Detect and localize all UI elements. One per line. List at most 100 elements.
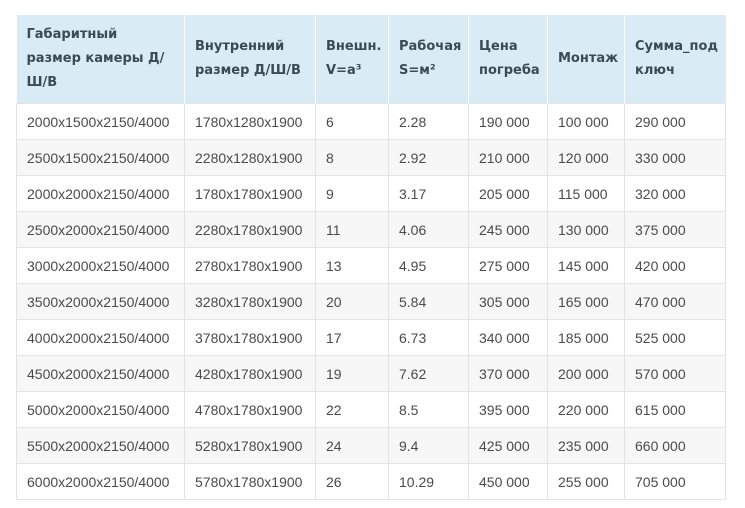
table-row: 5000x2000x2150/4000 4780x1780x1900 22 8.5 39…	[16, 391, 726, 428]
cell-outer-size: 4000x2000x2150/4000	[16, 319, 185, 356]
table-row: 4500x2000x2150/4000 4280x1780x1900 19 7.62 3…	[16, 355, 726, 392]
cell-outer-volume: 22	[315, 391, 389, 428]
cell-outer-size: 4500x2000x2150/4000	[16, 355, 185, 392]
header-cellar-price: Цена погреба	[468, 15, 548, 104]
table-row: 3000x2000x2150/4000 2780x1780x1900 13 4.95 2…	[16, 247, 726, 284]
cell-installation: 130 000	[547, 211, 625, 248]
cell-inner-size: 5280x1780x1900	[184, 427, 316, 464]
cell-installation: 120 000	[547, 139, 625, 176]
cell-inner-size: 5780x1780x1900	[184, 463, 316, 500]
cell-turnkey-total: 290 000	[624, 103, 726, 140]
cell-outer-size: 3000x2000x2150/4000	[16, 247, 185, 284]
cell-outer-volume: 11	[315, 211, 389, 248]
cell-outer-volume: 9	[315, 175, 389, 212]
header-installation: Монтаж	[547, 15, 625, 104]
cell-cellar-price: 425 000	[468, 427, 548, 464]
cell-inner-size: 1780x1780x1900	[184, 175, 316, 212]
cell-turnkey-total: 570 000	[624, 355, 726, 392]
price-table: Габаритный размер камеры Д/Ш/В Внутренни…	[16, 15, 726, 500]
cell-outer-size: 6000x2000x2150/4000	[16, 463, 185, 500]
cell-working-area: 8.5	[388, 391, 469, 428]
cell-outer-size: 2000x1500x2150/4000	[16, 103, 185, 140]
price-table-container: Габаритный размер камеры Д/Ш/В Внутренни…	[16, 15, 726, 500]
cell-installation: 115 000	[547, 175, 625, 212]
cell-working-area: 2.92	[388, 139, 469, 176]
cell-cellar-price: 245 000	[468, 211, 548, 248]
cell-cellar-price: 205 000	[468, 175, 548, 212]
header-outer-volume: Внешн. V=а³	[315, 15, 389, 104]
cell-outer-volume: 6	[315, 103, 389, 140]
cell-cellar-price: 305 000	[468, 283, 548, 320]
table-row: 2000x1500x2150/4000 1780x1280x1900 6 2.28 19…	[16, 103, 726, 140]
cell-turnkey-total: 375 000	[624, 211, 726, 248]
cell-turnkey-total: 330 000	[624, 139, 726, 176]
table-row: 3500x2000x2150/4000 3280x1780x1900 20 5.84 3…	[16, 283, 726, 320]
cell-cellar-price: 190 000	[468, 103, 548, 140]
cell-outer-volume: 17	[315, 319, 389, 356]
cell-cellar-price: 395 000	[468, 391, 548, 428]
cell-turnkey-total: 660 000	[624, 427, 726, 464]
cell-inner-size: 4280x1780x1900	[184, 355, 316, 392]
cell-cellar-price: 340 000	[468, 319, 548, 356]
cell-cellar-price: 370 000	[468, 355, 548, 392]
table-row: 2000x2000x2150/4000 1780x1780x1900 9 3.17 20…	[16, 175, 726, 212]
cell-inner-size: 2780x1780x1900	[184, 247, 316, 284]
cell-inner-size: 1780x1280x1900	[184, 103, 316, 140]
cell-outer-volume: 26	[315, 463, 389, 500]
cell-outer-volume: 13	[315, 247, 389, 284]
cell-inner-size: 4780x1780x1900	[184, 391, 316, 428]
header-turnkey-total: Сумма_под ключ	[624, 15, 726, 104]
cell-outer-size: 2000x2000x2150/4000	[16, 175, 185, 212]
cell-outer-volume: 19	[315, 355, 389, 392]
cell-working-area: 3.17	[388, 175, 469, 212]
cell-turnkey-total: 470 000	[624, 283, 726, 320]
cell-outer-volume: 24	[315, 427, 389, 464]
cell-installation: 255 000	[547, 463, 625, 500]
cell-installation: 100 000	[547, 103, 625, 140]
cell-working-area: 4.95	[388, 247, 469, 284]
cell-working-area: 2.28	[388, 103, 469, 140]
cell-working-area: 9.4	[388, 427, 469, 464]
table-row: 2500x1500x2150/4000 2280x1280x1900 8 2.92 21…	[16, 139, 726, 176]
table-row: 2500x2000x2150/4000 2280x1780x1900 11 4.06 2…	[16, 211, 726, 248]
cell-outer-size: 5500x2000x2150/4000	[16, 427, 185, 464]
cell-installation: 200 000	[547, 355, 625, 392]
cell-outer-size: 2500x1500x2150/4000	[16, 139, 185, 176]
header-row: Габаритный размер камеры Д/Ш/В Внутренни…	[16, 15, 726, 104]
cell-installation: 220 000	[547, 391, 625, 428]
cell-turnkey-total: 615 000	[624, 391, 726, 428]
cell-outer-size: 3500x2000x2150/4000	[16, 283, 185, 320]
cell-cellar-price: 210 000	[468, 139, 548, 176]
cell-inner-size: 3780x1780x1900	[184, 319, 316, 356]
cell-installation: 235 000	[547, 427, 625, 464]
cell-outer-size: 5000x2000x2150/4000	[16, 391, 185, 428]
table-row: 5500x2000x2150/4000 5280x1780x1900 24 9.4 42…	[16, 427, 726, 464]
cell-turnkey-total: 525 000	[624, 319, 726, 356]
table-body: 2000x1500x2150/4000 1780x1280x1900 6 2.28 19…	[16, 103, 726, 500]
table-header: Габаритный размер камеры Д/Ш/В Внутренни…	[16, 15, 726, 104]
cell-outer-volume: 8	[315, 139, 389, 176]
cell-turnkey-total: 420 000	[624, 247, 726, 284]
cell-outer-size: 2500x2000x2150/4000	[16, 211, 185, 248]
cell-installation: 145 000	[547, 247, 625, 284]
cell-turnkey-total: 320 000	[624, 175, 726, 212]
cell-installation: 165 000	[547, 283, 625, 320]
cell-working-area: 5.84	[388, 283, 469, 320]
table-row: 4000x2000x2150/4000 3780x1780x1900 17 6.73 3…	[16, 319, 726, 356]
cell-inner-size: 2280x1280x1900	[184, 139, 316, 176]
header-outer-size: Габаритный размер камеры Д/Ш/В	[16, 15, 185, 104]
cell-working-area: 4.06	[388, 211, 469, 248]
cell-inner-size: 2280x1780x1900	[184, 211, 316, 248]
header-working-area: Рабочая S=м²	[388, 15, 469, 104]
cell-inner-size: 3280x1780x1900	[184, 283, 316, 320]
header-inner-size: Внутренний размер Д/Ш/В	[184, 15, 316, 104]
cell-working-area: 10.29	[388, 463, 469, 500]
cell-installation: 185 000	[547, 319, 625, 356]
table-row: 6000x2000x2150/4000 5780x1780x1900 26 10.29…	[16, 463, 726, 500]
cell-cellar-price: 450 000	[468, 463, 548, 500]
cell-cellar-price: 275 000	[468, 247, 548, 284]
cell-working-area: 6.73	[388, 319, 469, 356]
cell-outer-volume: 20	[315, 283, 389, 320]
cell-turnkey-total: 705 000	[624, 463, 726, 500]
cell-working-area: 7.62	[388, 355, 469, 392]
